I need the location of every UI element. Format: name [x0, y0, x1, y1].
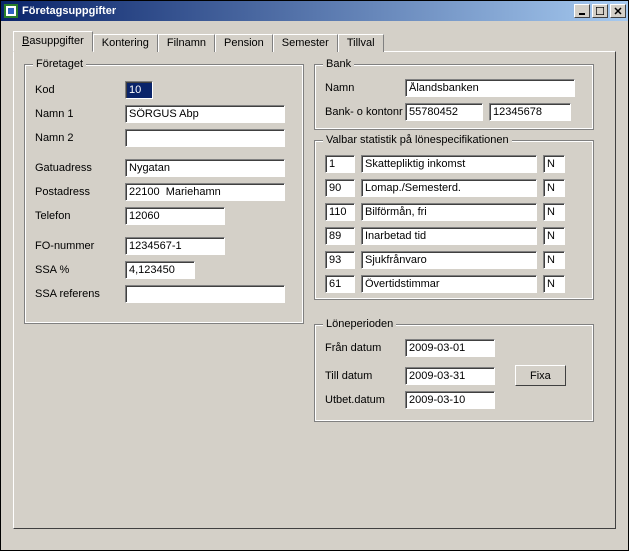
stats-flag-input[interactable]: [543, 203, 565, 221]
label-gatuadress: Gatuadress: [35, 162, 125, 174]
label-bank-namn: Namn: [325, 82, 405, 94]
stats-text-input[interactable]: [361, 179, 537, 197]
input-ssaref[interactable]: [125, 285, 285, 303]
label-kod: Kod: [35, 84, 125, 96]
stats-flag-input[interactable]: [543, 227, 565, 245]
input-from[interactable]: [405, 339, 495, 357]
stats-code-input[interactable]: [325, 251, 355, 269]
stats-text-input[interactable]: [361, 203, 537, 221]
stats-text-input[interactable]: [361, 275, 537, 293]
label-bank-kontonr: Bank- o kontonr: [325, 106, 405, 118]
input-gatuadress[interactable]: [125, 159, 285, 177]
stats-code-input[interactable]: [325, 179, 355, 197]
group-stats-legend: Valbar statistik på lönespecifikationen: [323, 134, 512, 146]
stats-row: [325, 275, 585, 293]
tab-filnamn[interactable]: Filnamn: [158, 34, 215, 52]
input-postadress[interactable]: [125, 183, 285, 201]
label-namn1: Namn 1: [35, 108, 125, 120]
label-from: Från datum: [325, 342, 405, 354]
stats-flag-input[interactable]: [543, 275, 565, 293]
tab-basuppgifter[interactable]: Basuppgifter: [13, 31, 93, 52]
group-company-legend: Företaget: [33, 58, 86, 70]
group-bank-legend: Bank: [323, 58, 354, 70]
stats-row: [325, 203, 585, 221]
label-pay: Utbet.datum: [325, 394, 405, 406]
input-namn1[interactable]: [125, 105, 285, 123]
minimize-button[interactable]: [574, 4, 590, 18]
app-icon: [3, 3, 19, 19]
group-period-legend: Löneperioden: [323, 318, 396, 330]
maximize-button[interactable]: [592, 4, 608, 18]
tab-page: Företaget Kod Namn 1 Namn 2 Gatuadress: [13, 51, 616, 529]
label-ssaref: SSA referens: [35, 288, 125, 300]
group-stats: Valbar statistik på lönespecifikationen: [314, 140, 594, 300]
group-period: Löneperioden Från datum Till datum Fixa …: [314, 324, 594, 422]
group-bank: Bank Namn Bank- o kontonr: [314, 64, 594, 130]
input-namn2[interactable]: [125, 129, 285, 147]
input-bank-bank[interactable]: [405, 103, 483, 121]
window-title: Företagsuppgifter: [22, 5, 572, 17]
stats-text-input[interactable]: [361, 251, 537, 269]
label-telefon: Telefon: [35, 210, 125, 222]
tab-kontering[interactable]: Kontering: [93, 34, 158, 52]
close-button[interactable]: [610, 4, 626, 18]
input-fo[interactable]: [125, 237, 225, 255]
input-telefon[interactable]: [125, 207, 225, 225]
stats-code-input[interactable]: [325, 155, 355, 173]
label-fo: FO-nummer: [35, 240, 125, 252]
titlebar: Företagsuppgifter: [1, 1, 628, 21]
tab-semester[interactable]: Semester: [273, 34, 338, 52]
stats-flag-input[interactable]: [543, 155, 565, 173]
button-fixa[interactable]: Fixa: [515, 365, 566, 386]
stats-row: [325, 155, 585, 173]
stats-text-input[interactable]: [361, 155, 537, 173]
tab-strip: Basuppgifter Kontering Filnamn Pension S…: [13, 31, 616, 51]
input-pay[interactable]: [405, 391, 495, 409]
stats-flag-input[interactable]: [543, 179, 565, 197]
input-kod[interactable]: [125, 81, 153, 99]
stats-code-input[interactable]: [325, 203, 355, 221]
stats-row: [325, 251, 585, 269]
input-bank-konto[interactable]: [489, 103, 571, 121]
stats-text-input[interactable]: [361, 227, 537, 245]
client-area: Basuppgifter Kontering Filnamn Pension S…: [1, 21, 628, 550]
tab-tillval[interactable]: Tillval: [338, 34, 384, 52]
label-postadress: Postadress: [35, 186, 125, 198]
label-to: Till datum: [325, 370, 405, 382]
main-window: Företagsuppgifter Basuppgifter Kontering…: [0, 0, 629, 551]
input-bank-namn[interactable]: [405, 79, 575, 97]
stats-row: [325, 179, 585, 197]
stats-code-input[interactable]: [325, 275, 355, 293]
stats-code-input[interactable]: [325, 227, 355, 245]
tab-pension[interactable]: Pension: [215, 34, 273, 52]
group-company: Företaget Kod Namn 1 Namn 2 Gatuadress: [24, 64, 304, 324]
label-namn2: Namn 2: [35, 132, 125, 144]
label-ssapct: SSA %: [35, 264, 125, 276]
input-to[interactable]: [405, 367, 495, 385]
input-ssapct[interactable]: [125, 261, 195, 279]
stats-row: [325, 227, 585, 245]
stats-flag-input[interactable]: [543, 251, 565, 269]
